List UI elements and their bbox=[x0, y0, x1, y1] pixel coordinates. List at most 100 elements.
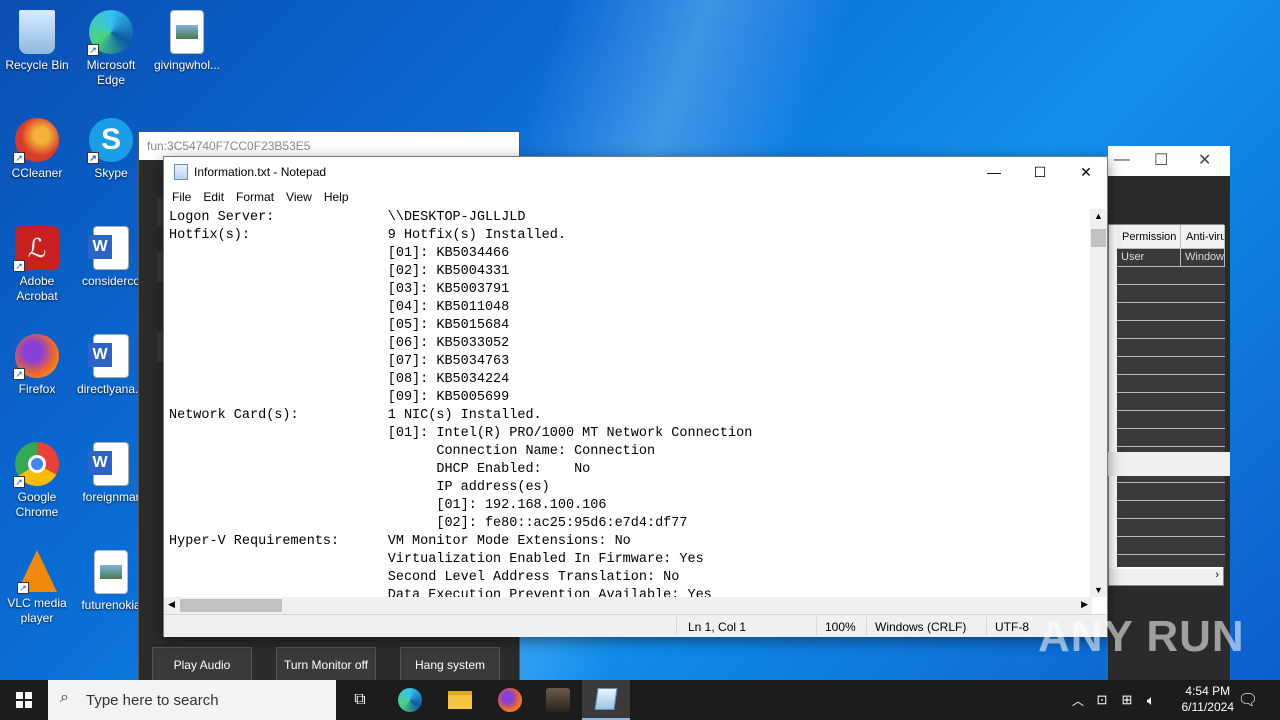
desktop-icon-foreignmar[interactable]: W foreignmar bbox=[74, 440, 148, 505]
desktop-icon-edge[interactable]: ↗ Microsoft Edge bbox=[74, 8, 148, 88]
skype-icon: S ↗ bbox=[87, 118, 133, 164]
desktop-icon-label: foreignmar bbox=[82, 490, 140, 504]
status-bar: Ln 1, Col 1 100% Windows (CRLF) UTF-8 bbox=[164, 614, 1107, 637]
desktop-icon-vlc[interactable]: ↗ VLC media player bbox=[0, 548, 74, 626]
notifications-icon[interactable]: 🗨︎ bbox=[1230, 680, 1266, 720]
desktop-icon-label: considerco bbox=[81, 274, 141, 288]
folder-icon bbox=[448, 691, 472, 709]
desktop-icon-label: Google Chrome bbox=[15, 490, 59, 519]
text-editor[interactable]: Logon Server: \\DESKTOP-JGLLJLD Hotfix(s… bbox=[165, 209, 1091, 597]
edge-icon bbox=[398, 688, 422, 712]
desktop-icon-label: directlyana... bbox=[76, 382, 146, 396]
scroll-down-icon[interactable]: ▼ bbox=[1094, 585, 1103, 595]
desktop-icon-label: CCleaner bbox=[11, 166, 63, 180]
edge-icon: ↗ bbox=[87, 10, 133, 56]
notepad-window[interactable]: Information.txt - Notepad — ☐ ✕ File Edi… bbox=[163, 156, 1108, 637]
permissions-grid[interactable]: Permission Anti-viru User Window › bbox=[1108, 224, 1225, 586]
firefox-icon bbox=[498, 688, 522, 712]
notepad-titlebar: Information.txt - Notepad bbox=[164, 157, 1107, 187]
notepad-icon bbox=[174, 164, 188, 180]
scroll-up-icon[interactable]: ▲ bbox=[1094, 211, 1103, 221]
firefox-icon: ↗ bbox=[13, 334, 59, 380]
vlc-icon: ↗ bbox=[17, 550, 57, 594]
acrobat-icon: ℒ ↗ bbox=[13, 226, 59, 272]
desktop-icon-givingwhol[interactable]: givingwhol... bbox=[150, 8, 224, 73]
column-header-permission[interactable]: Permission bbox=[1117, 225, 1181, 249]
search-placeholder: Type here to search bbox=[86, 691, 219, 709]
desktop-icon-recycle-bin[interactable]: Recycle Bin bbox=[0, 8, 74, 73]
search-box[interactable]: ⌕ Type here to search bbox=[48, 680, 336, 720]
clock[interactable]: 4:54 PM 6/11/2024 bbox=[1182, 683, 1235, 715]
background-right-window[interactable]: — ☐ ✕ Permission Anti-viru User Window › bbox=[1108, 146, 1230, 680]
desktop-icon-label: VLC media player bbox=[7, 596, 67, 625]
maximize-icon[interactable]: ☐ bbox=[1154, 150, 1168, 170]
ccleaner-icon: ↗ bbox=[13, 118, 59, 164]
horizontal-scrollbar[interactable]: ◀ ▶ bbox=[164, 597, 1092, 614]
clock-date: 6/11/2024 bbox=[1181, 700, 1235, 714]
taskbar-notepad[interactable] bbox=[582, 680, 630, 720]
menu-edit[interactable]: Edit bbox=[197, 187, 230, 209]
desktop-icon-directlyana[interactable]: W directlyana... bbox=[74, 332, 148, 397]
minimize-icon[interactable]: — bbox=[1114, 151, 1130, 169]
start-button[interactable] bbox=[0, 680, 48, 720]
right-window-titlebar: — ☐ ✕ bbox=[1108, 146, 1230, 176]
scroll-right-icon[interactable]: ▶ bbox=[1081, 599, 1088, 610]
desktop-icon-considerco[interactable]: W considerco bbox=[74, 224, 148, 289]
menu-bar: File Edit Format View Help bbox=[164, 187, 1107, 209]
word-document-icon: W bbox=[88, 442, 129, 486]
scroll-left-icon[interactable]: ◀ bbox=[168, 599, 175, 610]
menu-help[interactable]: Help bbox=[318, 187, 355, 209]
close-icon[interactable]: ✕ bbox=[1198, 150, 1211, 170]
table-cell: Window bbox=[1181, 249, 1225, 267]
column-header-antivirus[interactable]: Anti-viru bbox=[1181, 225, 1225, 249]
notepad-icon bbox=[594, 688, 618, 710]
word-document-icon: W bbox=[88, 334, 129, 378]
desktop-icon-futurenokia[interactable]: futurenokia bbox=[74, 548, 148, 613]
taskbar-edge[interactable] bbox=[386, 680, 434, 720]
anyrun-watermark: ANY RUN bbox=[1038, 612, 1245, 661]
desktop-icon-label: givingwhol... bbox=[153, 58, 221, 72]
panel-header bbox=[1108, 452, 1230, 476]
turn-monitor-off-button[interactable]: Turn Monitor off bbox=[276, 647, 376, 681]
maximize-button[interactable]: ☐ bbox=[1017, 157, 1063, 187]
desktop-icon-label: Adobe Acrobat bbox=[16, 274, 58, 303]
hang-system-button[interactable]: Hang system bbox=[400, 647, 500, 681]
desktop-icon-label: Recycle Bin bbox=[5, 58, 69, 72]
minimize-button[interactable]: — bbox=[971, 157, 1017, 187]
document-text[interactable]: Logon Server: \\DESKTOP-JGLLJLD Hotfix(s… bbox=[165, 209, 1091, 597]
taskbar-firefox[interactable] bbox=[486, 680, 534, 720]
search-icon: ⌕ bbox=[60, 689, 69, 706]
image-file-icon bbox=[170, 10, 204, 54]
desktop-icon-label: Firefox bbox=[18, 382, 56, 396]
network-icon[interactable]: ⊞ bbox=[1116, 680, 1138, 720]
taskbar-app[interactable] bbox=[534, 680, 582, 720]
vertical-scrollbar[interactable]: ▲ ▼ bbox=[1090, 209, 1107, 597]
app-icon bbox=[546, 688, 570, 712]
chrome-icon: ↗ bbox=[13, 442, 59, 488]
notepad-title: Information.txt - Notepad bbox=[194, 165, 327, 179]
show-hidden-icons-icon[interactable]: ︿ bbox=[1068, 680, 1088, 720]
horizontal-scroll-thumb[interactable] bbox=[180, 599, 282, 612]
desktop-icon-google-chrome[interactable]: ↗ Google Chrome bbox=[0, 440, 74, 520]
desktop-icon-ccleaner[interactable]: ↗ CCleaner bbox=[0, 116, 74, 181]
menu-view[interactable]: View bbox=[280, 187, 318, 209]
word-document-icon: W bbox=[88, 226, 129, 270]
desktop-icon-firefox[interactable]: ↗ Firefox bbox=[0, 332, 74, 397]
desktop-icon-adobe-acrobat[interactable]: ℒ ↗ Adobe Acrobat bbox=[0, 224, 74, 304]
line-endings: Windows (CRLF) bbox=[875, 620, 967, 634]
clock-time: 4:54 PM bbox=[1185, 684, 1231, 698]
desktop-icon-skype[interactable]: S ↗ Skype bbox=[74, 116, 148, 181]
taskbar-file-explorer[interactable] bbox=[436, 680, 484, 720]
menu-format[interactable]: Format bbox=[230, 187, 280, 209]
close-button[interactable]: ✕ bbox=[1063, 157, 1109, 187]
desktop-icon-label: futurenokia bbox=[81, 598, 141, 612]
volume-icon[interactable]: 🔈︎ bbox=[1140, 680, 1162, 720]
menu-file[interactable]: File bbox=[166, 187, 197, 209]
taskbar: ⌕ Type here to search ⧉ ︿ ⊡ ⊞ 🔈︎ 4:54 PM… bbox=[0, 680, 1280, 720]
scroll-right-icon[interactable]: › bbox=[1109, 569, 1223, 585]
recycle-bin-icon bbox=[19, 10, 55, 54]
play-audio-button[interactable]: Play Audio bbox=[152, 647, 252, 681]
vertical-scroll-thumb[interactable] bbox=[1091, 229, 1106, 247]
task-view-button[interactable]: ⧉ bbox=[336, 680, 384, 720]
device-icon[interactable]: ⊡ bbox=[1092, 680, 1112, 720]
